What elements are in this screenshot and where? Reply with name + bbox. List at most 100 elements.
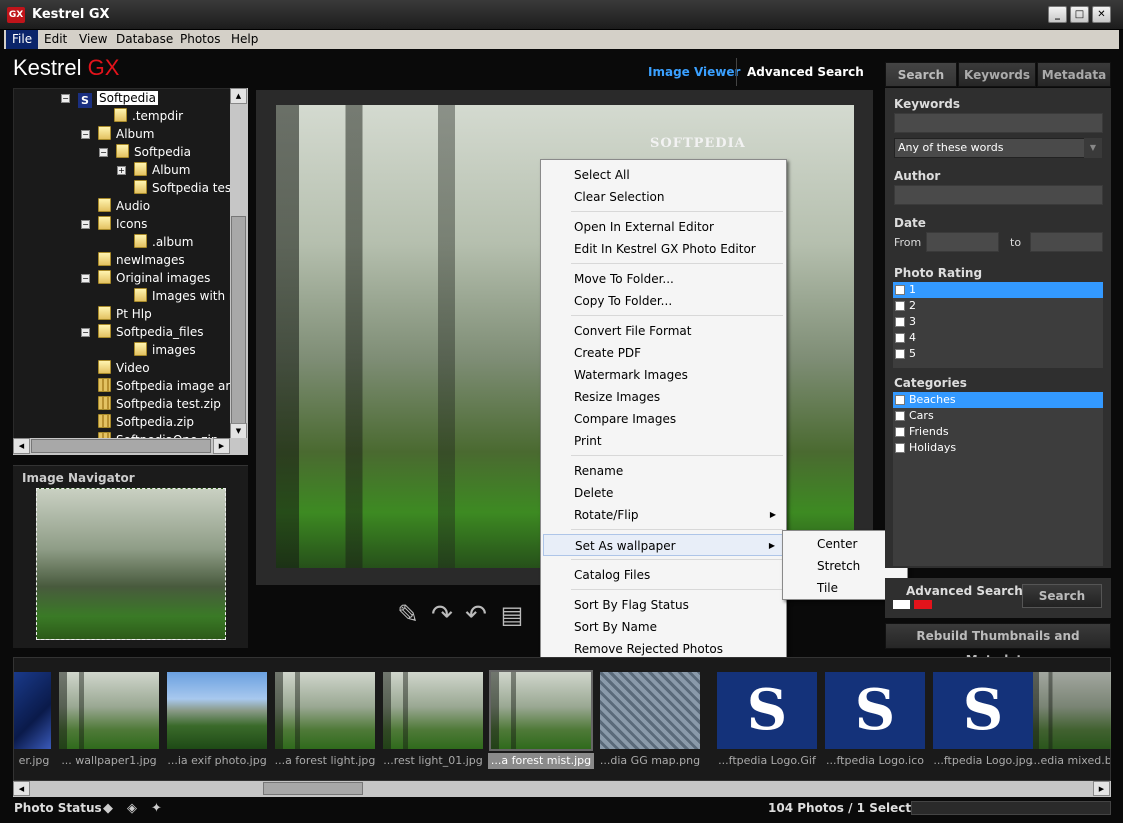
- filmstrip-scroll-thumb[interactable]: [263, 782, 363, 795]
- rating-option[interactable]: 3: [893, 314, 1103, 330]
- menu-photos[interactable]: Photos: [174, 30, 226, 49]
- category-option[interactable]: Friends: [893, 424, 1103, 440]
- tree-node[interactable]: Softpedia.zip: [98, 413, 194, 431]
- menu-item-rotate-flip[interactable]: Rotate/Flip ▶: [543, 504, 784, 526]
- checkbox[interactable]: [895, 301, 905, 311]
- checkbox[interactable]: [895, 411, 905, 421]
- menu-item-convert-file-format[interactable]: Convert File Format: [543, 320, 784, 342]
- rating-option[interactable]: 5: [893, 346, 1103, 362]
- rotate-left-icon[interactable]: ↶: [461, 598, 491, 632]
- maximize-button[interactable]: □: [1070, 6, 1089, 23]
- menu-database[interactable]: Database: [110, 30, 179, 49]
- category-option[interactable]: Cars: [893, 408, 1103, 424]
- expand-toggle-icon[interactable]: −: [81, 220, 90, 229]
- rebuild-thumbnails-button[interactable]: Rebuild Thumbnails and Metadata: [885, 623, 1111, 667]
- thumbnail-label[interactable]: ...ftpedia Logo.ico: [822, 753, 928, 769]
- thumbnail-label[interactable]: ...rest light_01.jpg: [380, 753, 486, 769]
- thumbnail[interactable]: [489, 670, 593, 751]
- expand-toggle-icon[interactable]: −: [81, 274, 90, 283]
- flag-reject-icon[interactable]: ◈: [127, 801, 137, 816]
- flag-pick-icon[interactable]: ◆: [103, 801, 113, 816]
- date-to-input[interactable]: [1030, 232, 1103, 252]
- chevron-down-icon[interactable]: ▼: [1084, 138, 1102, 158]
- tree-vertical-scrollbar[interactable]: ▲ ▼: [230, 88, 248, 440]
- tree-node[interactable]: − Album: [81, 125, 154, 143]
- rotate-right-icon[interactable]: ↷: [427, 598, 457, 632]
- checkbox[interactable]: [895, 427, 905, 437]
- tree-node[interactable]: − S Softpedia: [61, 89, 158, 108]
- tree-node[interactable]: − Icons: [81, 215, 147, 233]
- tab-image-viewer[interactable]: Image Viewer: [648, 65, 740, 79]
- thumbnail-label[interactable]: ...dia GG map.png: [597, 753, 703, 769]
- tree-hscroll-thumb[interactable]: [31, 439, 211, 453]
- adv-color-white[interactable]: [893, 600, 910, 609]
- tree-node[interactable]: + Album: [117, 161, 190, 179]
- thumbnail[interactable]: [59, 672, 159, 749]
- category-option[interactable]: Beaches: [893, 392, 1103, 408]
- film-strip-icon[interactable]: ▤: [497, 598, 527, 632]
- flag-clear-icon[interactable]: ✦: [151, 801, 162, 816]
- close-button[interactable]: ✕: [1092, 6, 1111, 23]
- checkbox[interactable]: [895, 443, 905, 453]
- tab-advanced-search[interactable]: Advanced Search: [747, 65, 864, 79]
- menu-item-watermark-images[interactable]: Watermark Images: [543, 364, 784, 386]
- menu-item-catalog-files[interactable]: Catalog Files: [543, 564, 784, 586]
- checkbox[interactable]: [895, 317, 905, 327]
- scroll-left-icon[interactable]: ◀: [13, 781, 30, 796]
- expand-toggle-icon[interactable]: −: [99, 148, 108, 157]
- menu-help[interactable]: Help: [225, 30, 264, 49]
- tree-node[interactable]: Pt Hlp: [98, 305, 152, 323]
- expand-toggle-icon[interactable]: +: [117, 166, 126, 175]
- thumbnail[interactable]: [1033, 672, 1111, 749]
- thumbnail-label[interactable]: er.jpg: [14, 753, 54, 769]
- menu-item-copy-to-folder[interactable]: Copy To Folder...: [543, 290, 784, 312]
- menu-edit[interactable]: Edit: [38, 30, 73, 49]
- thumbnail-label[interactable]: ...a forest light.jpg: [272, 753, 378, 769]
- tab-metadata[interactable]: Metadata: [1037, 62, 1111, 87]
- menu-item-clear-selection[interactable]: Clear Selection: [543, 186, 784, 208]
- date-from-input[interactable]: [926, 232, 999, 252]
- checkbox[interactable]: [895, 349, 905, 359]
- tree-node[interactable]: Video: [98, 359, 150, 377]
- edit-pencil-icon[interactable]: ✎: [393, 598, 423, 632]
- menu-item-compare-images[interactable]: Compare Images: [543, 408, 784, 430]
- scroll-right-icon[interactable]: ▶: [1093, 781, 1110, 796]
- rating-option[interactable]: 1: [893, 282, 1103, 298]
- thumbnail-label[interactable]: ...ia exif photo.jpg: [164, 753, 270, 769]
- menu-item-sort-by-flag-status[interactable]: Sort By Flag Status: [543, 594, 784, 616]
- thumbnail[interactable]: S: [933, 672, 1033, 749]
- tree-node[interactable]: − Original images: [81, 269, 210, 287]
- tree-node[interactable]: − Softpedia: [99, 143, 191, 161]
- tree-node[interactable]: .album: [134, 233, 193, 251]
- menu-item-resize-images[interactable]: Resize Images: [543, 386, 784, 408]
- tree-node[interactable]: − Softpedia_files: [81, 323, 204, 341]
- category-option[interactable]: Holidays: [893, 440, 1103, 456]
- tree-node[interactable]: images: [134, 341, 196, 359]
- tab-search[interactable]: Search: [885, 62, 957, 87]
- menu-item-delete[interactable]: Delete: [543, 482, 784, 504]
- checkbox[interactable]: [895, 395, 905, 405]
- tree-scroll-thumb[interactable]: [231, 216, 246, 430]
- navigator-preview[interactable]: [36, 488, 226, 640]
- thumbnail-label[interactable]: ... wallpaper1.jpg: [56, 753, 162, 769]
- rating-option[interactable]: 4: [893, 330, 1103, 346]
- tree-node[interactable]: Audio: [98, 197, 150, 215]
- expand-toggle-icon[interactable]: −: [81, 328, 90, 337]
- scroll-right-icon[interactable]: ▶: [213, 438, 230, 454]
- rating-option[interactable]: 2: [893, 298, 1103, 314]
- menu-view[interactable]: View: [73, 30, 113, 49]
- tab-keywords[interactable]: Keywords: [958, 62, 1036, 87]
- thumbnail[interactable]: S: [825, 672, 925, 749]
- tree-node[interactable]: Softpedia test.zip: [98, 395, 221, 413]
- menu-item-rename[interactable]: Rename: [543, 460, 784, 482]
- tree-node[interactable]: Images with nc: [134, 287, 243, 305]
- menu-item-sort-by-name[interactable]: Sort By Name: [543, 616, 784, 638]
- match-mode-select[interactable]: Any of these words: [894, 138, 1102, 158]
- tree-node[interactable]: .tempdir: [114, 107, 183, 125]
- scroll-left-icon[interactable]: ◀: [13, 438, 30, 454]
- menu-item-create-pdf[interactable]: Create PDF: [543, 342, 784, 364]
- scroll-up-icon[interactable]: ▲: [230, 88, 247, 104]
- tree-node[interactable]: Softpedia image ar: [98, 377, 230, 395]
- thumbnail[interactable]: [600, 672, 700, 749]
- menu-item-open-in-external-editor[interactable]: Open In External Editor: [543, 216, 784, 238]
